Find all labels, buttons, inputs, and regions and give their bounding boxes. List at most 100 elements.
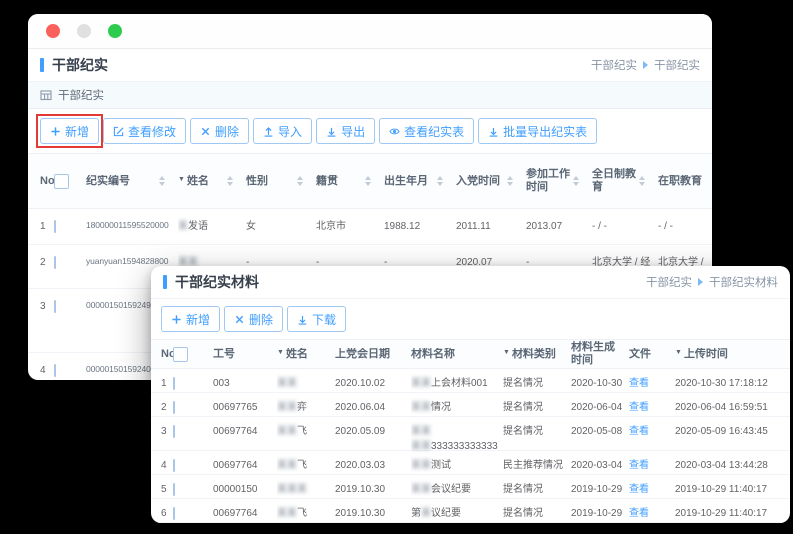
view-link[interactable]: 查看 xyxy=(629,426,649,437)
sort-carets-icon[interactable] xyxy=(227,176,233,186)
sort-desc-icon[interactable] xyxy=(365,182,371,186)
column-header-work[interactable]: 参加工作时间 xyxy=(526,168,592,193)
sort-desc-icon[interactable] xyxy=(507,182,513,186)
filter-icon[interactable]: ▼ xyxy=(178,176,185,184)
column-header-native[interactable]: 籍贯 xyxy=(316,175,384,188)
row-checkbox[interactable] xyxy=(173,507,175,520)
row-checkbox[interactable] xyxy=(54,256,56,269)
column-label: 材料名称 xyxy=(411,348,455,361)
column-header-name[interactable]: ▼姓名 xyxy=(178,175,246,188)
toolbar-button-plus[interactable]: 新增 xyxy=(40,118,99,144)
cell-file: 查看 xyxy=(629,393,675,415)
view-link[interactable]: 查看 xyxy=(629,484,649,495)
filter-icon[interactable]: ▼ xyxy=(675,349,682,357)
sort-desc-icon[interactable] xyxy=(573,182,579,186)
sort-desc-icon[interactable] xyxy=(159,182,165,186)
view-link[interactable]: 查看 xyxy=(629,402,649,413)
sort-carets-icon[interactable] xyxy=(573,176,579,186)
highlighted-button-wrap: 新增 xyxy=(40,118,99,144)
column-header-id[interactable]: 纪实编号 xyxy=(86,175,178,188)
toolbar-button-close[interactable]: 删除 xyxy=(224,306,283,332)
toolbar-button-download[interactable]: 导出 xyxy=(316,118,375,144)
button-label: 查看纪实表 xyxy=(404,123,464,140)
row-checkbox[interactable] xyxy=(54,300,56,313)
toolbar-button-eye[interactable]: 查看纪实表 xyxy=(379,118,474,144)
minimize-button[interactable] xyxy=(77,24,91,38)
table-row: 1180000011595520000某发语女北京市1988.122011.11… xyxy=(28,209,712,245)
sort-desc-icon[interactable] xyxy=(639,182,645,186)
column-header-birth[interactable]: 出生年月 xyxy=(384,175,456,188)
maximize-button[interactable] xyxy=(108,24,122,38)
sort-carets-icon[interactable] xyxy=(365,176,371,186)
sort-asc-icon[interactable] xyxy=(365,176,371,180)
sort-asc-icon[interactable] xyxy=(159,176,165,180)
toolbar-button-download[interactable]: 批量导出纪实表 xyxy=(478,118,597,144)
sort-carets-icon[interactable] xyxy=(507,176,513,186)
sort-asc-icon[interactable] xyxy=(227,176,233,180)
cell-no: 6 xyxy=(151,499,173,521)
page-header: 干部纪实 干部纪实干部纪实 xyxy=(28,49,712,82)
sort-asc-icon[interactable] xyxy=(297,176,303,180)
cell-no: 1 xyxy=(28,209,54,234)
cell-date: 2019.10.30 xyxy=(335,475,411,497)
row-checkbox[interactable] xyxy=(173,401,175,414)
sort-asc-icon[interactable] xyxy=(573,176,579,180)
cell-name: 某某 xyxy=(277,369,335,391)
cell-gender: 女 xyxy=(246,209,316,234)
sort-desc-icon[interactable] xyxy=(297,182,303,186)
sort-carets-icon[interactable] xyxy=(437,176,443,186)
cell-mat: 某某测试 xyxy=(411,451,503,473)
cell-fulltime: - / - xyxy=(592,209,658,234)
toolbar-button-edit[interactable]: 查看修改 xyxy=(103,118,186,144)
sort-asc-icon[interactable] xyxy=(639,176,645,180)
cell-up: 2020-06-04 16:59:51 xyxy=(675,393,789,415)
select-all-checkbox[interactable] xyxy=(173,347,188,362)
toolbar-button-plus[interactable]: 新增 xyxy=(161,306,220,332)
row-checkbox[interactable] xyxy=(54,220,56,233)
column-header-cb[interactable] xyxy=(54,174,86,189)
canvas: 干部纪实 干部纪实干部纪实 干部纪实 新增查看修改删除导入导出查看纪实表批量导出… xyxy=(0,0,793,534)
table-row: 400697764某某飞2020.03.03某某测试民主推荐情况2020-03-… xyxy=(151,451,790,475)
row-checkbox[interactable] xyxy=(54,364,56,377)
column-header-name[interactable]: ▼姓名 xyxy=(277,348,335,361)
sort-asc-icon[interactable] xyxy=(507,176,513,180)
row-checkbox[interactable] xyxy=(173,459,175,472)
table-row: 600697764某某飞2019.10.30第某议纪要提名情况2019-10-2… xyxy=(151,499,790,523)
column-header-cb[interactable] xyxy=(173,347,213,362)
sort-carets-icon[interactable] xyxy=(297,176,303,186)
cell-gen: 2019-10-29 xyxy=(571,499,629,521)
toolbar-button-download[interactable]: 下载 xyxy=(287,306,346,332)
column-header-party[interactable]: 入党时间 xyxy=(456,175,526,188)
filter-icon[interactable]: ▼ xyxy=(503,349,510,357)
breadcrumb-item[interactable]: 干部纪实 xyxy=(654,57,700,73)
cell-no: 3 xyxy=(151,417,173,439)
filter-icon[interactable]: ▼ xyxy=(277,349,284,357)
cell-name: 某某弈 xyxy=(277,393,335,415)
cell-no: 2 xyxy=(151,393,173,415)
select-all-checkbox[interactable] xyxy=(54,174,69,189)
materials-table: No工号▼姓名上党会日期材料名称▼材料类别材料生成时间文件▼上传时间1003某某… xyxy=(151,339,790,523)
column-header-cat[interactable]: ▼材料类别 xyxy=(503,348,571,361)
breadcrumb-item[interactable]: 干部纪实 xyxy=(646,274,692,290)
row-checkbox[interactable] xyxy=(173,377,175,390)
sort-carets-icon[interactable] xyxy=(159,176,165,186)
breadcrumb-item[interactable]: 干部纪实 xyxy=(591,57,637,73)
cell-gh: 00697764 xyxy=(213,417,277,439)
view-link[interactable]: 查看 xyxy=(629,378,649,389)
toolbar-button-close[interactable]: 删除 xyxy=(190,118,249,144)
close-button[interactable] xyxy=(46,24,60,38)
sort-asc-icon[interactable] xyxy=(437,176,443,180)
view-link[interactable]: 查看 xyxy=(629,508,649,519)
sort-desc-icon[interactable] xyxy=(227,182,233,186)
row-checkbox[interactable] xyxy=(173,425,175,438)
column-header-up[interactable]: ▼上传时间 xyxy=(675,348,789,361)
view-link[interactable]: 查看 xyxy=(629,460,649,471)
sort-desc-icon[interactable] xyxy=(437,182,443,186)
row-checkbox[interactable] xyxy=(173,483,175,496)
column-header-gender[interactable]: 性别 xyxy=(246,175,316,188)
column-header-fulltime[interactable]: 全日制教育 xyxy=(592,168,658,193)
sort-carets-icon[interactable] xyxy=(639,176,645,186)
close-icon xyxy=(234,314,245,325)
breadcrumb-item[interactable]: 干部纪实材料 xyxy=(709,274,778,290)
toolbar-button-upload[interactable]: 导入 xyxy=(253,118,312,144)
